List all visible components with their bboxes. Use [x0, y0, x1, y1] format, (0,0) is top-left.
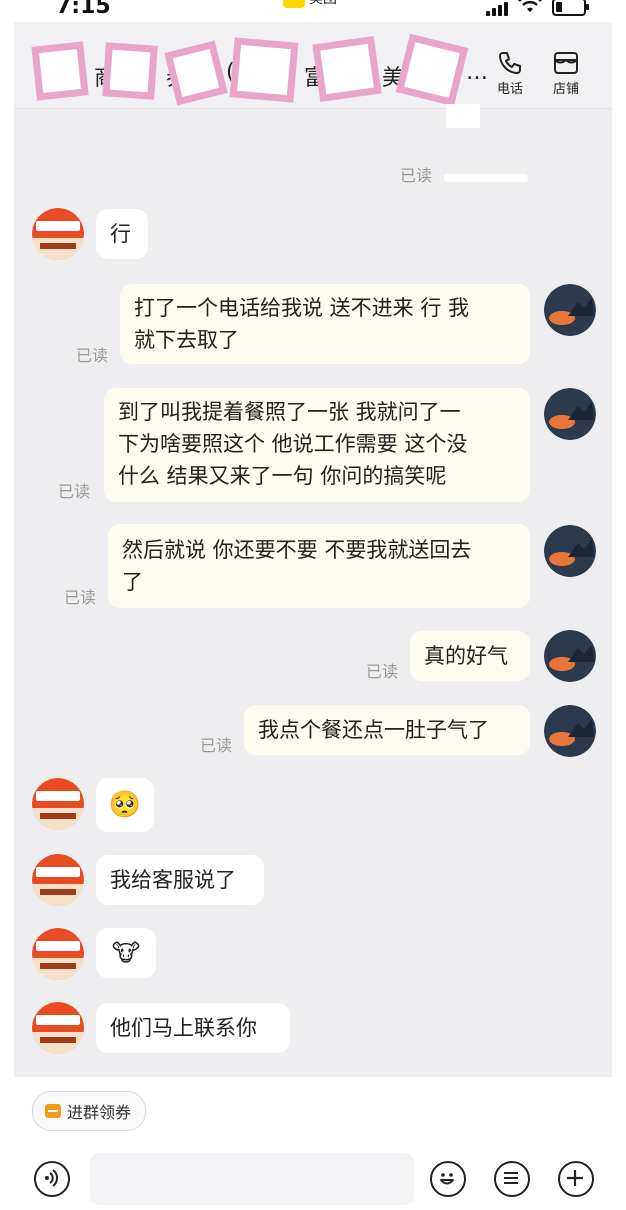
user-avatar[interactable]: [544, 525, 596, 577]
read-receipt: 已读: [64, 588, 97, 607]
message-text: 真的好气: [424, 644, 508, 668]
pleading-face-emoji: 🥺: [108, 790, 142, 820]
app-icon: [283, 0, 305, 8]
voice-button[interactable]: [34, 1161, 70, 1197]
redaction-mark: [312, 35, 382, 103]
coupon-icon: [45, 1104, 61, 1118]
shop-label: 店铺: [552, 82, 579, 97]
message-bubble[interactable]: 真的好气: [410, 631, 530, 681]
message-line: 然后就说 你还要不要 不要我就送回去: [122, 538, 472, 562]
message-line: 下为啥要照这个 他说工作需要 这个没: [118, 432, 468, 456]
shop-logo-icon: [32, 928, 84, 980]
title-fragment: …: [466, 60, 488, 85]
message-bubble[interactable]: 我点个餐还点一肚子气了: [244, 705, 530, 755]
shared-image-thumbnail[interactable]: [446, 104, 480, 128]
quick-phrases-button[interactable]: [494, 1161, 530, 1197]
voice-icon: [45, 1169, 58, 1187]
input-row: [0, 1151, 626, 1207]
user-avatar[interactable]: [544, 705, 596, 757]
join-group-coupon-button[interactable]: 进群领券: [32, 1091, 147, 1131]
redaction-mark: [102, 42, 158, 100]
coupon-label: 进群领券: [67, 1103, 132, 1122]
redaction-mark: [395, 33, 469, 107]
cellular-signal-icon: [486, 0, 508, 16]
read-receipt: 已读: [366, 662, 399, 681]
list-icon: [504, 1172, 518, 1184]
message-bubble[interactable]: 然后就说 你还要不要 不要我就送回去 了: [108, 524, 530, 608]
message-bubble[interactable]: 他们马上联系你: [96, 1003, 290, 1053]
message-bubble[interactable]: 行: [96, 209, 148, 259]
message-bubble[interactable]: 到了叫我提着餐照了一张 我就问了一 下为啥要照这个 他说工作需要 这个没 什么 …: [104, 388, 530, 502]
emoji-button[interactable]: [430, 1161, 466, 1197]
shop-logo-icon: [32, 854, 84, 906]
redaction-mark: [31, 41, 89, 101]
cow-face-emoji: 🐮: [111, 939, 141, 967]
app-indicator-label: 美团: [309, 0, 337, 8]
message-line: 打了一个电话给我说 送不进来 行 我: [134, 296, 470, 320]
emoji-bubble[interactable]: 🐮: [96, 928, 156, 978]
message-bubble[interactable]: 我给客服说了: [96, 855, 264, 905]
redaction-mark: [164, 40, 228, 106]
bottom-bar: 进群领券: [0, 1077, 626, 1210]
user-avatar-image: [544, 388, 596, 440]
message-line: 什么 结果又来了一句 你问的搞笑呢: [118, 464, 447, 488]
read-receipt: 已读: [200, 736, 233, 755]
phone-button[interactable]: 电话: [488, 50, 532, 97]
read-receipt: 已读: [76, 346, 109, 365]
shop-button[interactable]: 店铺: [544, 50, 588, 97]
phone-label: 电话: [496, 82, 523, 97]
status-time: 7:15: [56, 0, 111, 19]
shop-avatar[interactable]: [32, 778, 84, 830]
plus-icon: [567, 1170, 583, 1186]
obscured-message: [444, 174, 528, 182]
message-line: 了: [122, 570, 143, 594]
message-line: 就下去取了: [134, 328, 239, 352]
status-bar: 7:15 美团: [0, 0, 626, 22]
shop-avatar[interactable]: [32, 1002, 84, 1054]
user-avatar[interactable]: [544, 388, 596, 440]
message-text: 我点个餐还点一肚子气了: [258, 718, 489, 742]
shop-avatar[interactable]: [32, 208, 84, 260]
phone-icon: [499, 52, 521, 74]
user-avatar[interactable]: [544, 284, 596, 336]
shop-logo-icon: [32, 208, 84, 260]
message-text: 我给客服说了: [110, 868, 236, 892]
shop-icon: [554, 52, 578, 74]
message-bubble[interactable]: 打了一个电话给我说 送不进来 行 我 就下去取了: [120, 284, 530, 364]
read-receipt: 已读: [58, 482, 91, 501]
message-input[interactable]: [90, 1153, 414, 1205]
shop-avatar[interactable]: [32, 928, 84, 980]
chat-area: 商 券 ( 富 美 … 电话 店铺 已读: [14, 22, 612, 1077]
battery-icon: [552, 0, 589, 16]
user-avatar-image: [544, 284, 596, 336]
wifi-icon: [518, 0, 542, 12]
user-avatar-image: [544, 630, 596, 682]
shop-logo-icon: [32, 1002, 84, 1054]
shop-logo-icon: [32, 778, 84, 830]
emoji-bubble[interactable]: 🥺: [96, 778, 154, 832]
message-line: 到了叫我提着餐照了一张 我就问了一: [118, 400, 461, 424]
user-avatar-image: [544, 705, 596, 757]
read-receipt: 已读: [400, 166, 433, 185]
redaction-mark: [229, 37, 299, 103]
smiley-icon: [440, 1173, 454, 1185]
message-text: 他们马上联系你: [110, 1016, 257, 1040]
user-avatar[interactable]: [544, 630, 596, 682]
shop-avatar[interactable]: [32, 854, 84, 906]
add-button[interactable]: [558, 1161, 594, 1197]
app-indicator: 美团: [277, 0, 349, 12]
user-avatar-image: [544, 525, 596, 577]
chat-header: 商 券 ( 富 美 … 电话 店铺: [14, 22, 612, 109]
message-text: 行: [110, 222, 131, 246]
